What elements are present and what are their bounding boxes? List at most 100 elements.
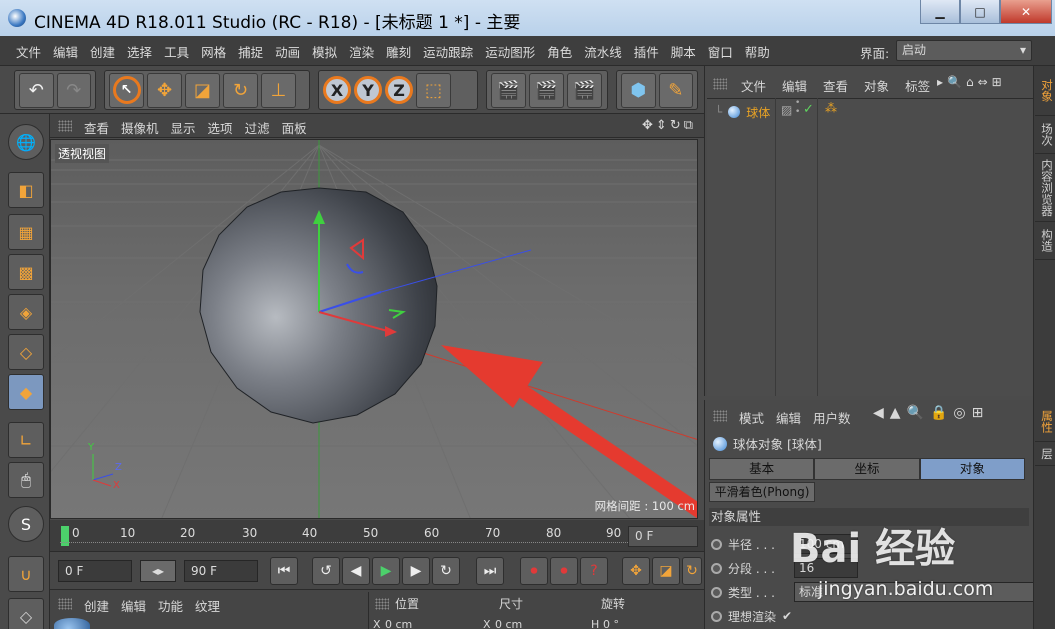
menu-mograph[interactable]: 运动图形 xyxy=(479,42,541,61)
maximize-button[interactable]: □ xyxy=(960,0,1000,24)
x-axis-lock-icon[interactable]: X xyxy=(323,76,351,104)
panel-grip-icon[interactable] xyxy=(713,410,727,422)
end-frame-field[interactable]: 90 F xyxy=(184,560,258,582)
menu-character[interactable]: 角色 xyxy=(541,42,578,61)
mat-menu-function[interactable]: 功能 xyxy=(152,596,189,615)
viewport-nav-icons[interactable]: ✥⇕↻⧉ xyxy=(642,118,696,133)
vtab-content-browser[interactable]: 内容浏览器 xyxy=(1035,154,1055,222)
go-to-start-icon[interactable]: ⏮ xyxy=(270,557,298,585)
vp-menu-panel[interactable]: 面板 xyxy=(276,118,313,137)
redo-icon[interactable]: ↷ xyxy=(56,72,91,108)
minimize-button[interactable]: ▁ xyxy=(920,0,960,24)
am-toolbar-icons[interactable]: ◀▲🔍🔒◎⊞ xyxy=(873,405,989,421)
render-settings-icon[interactable]: 🎬 xyxy=(567,72,602,108)
vp-menu-options[interactable]: 选项 xyxy=(202,118,239,137)
panel-grip-icon[interactable] xyxy=(375,598,389,610)
viewport-label[interactable]: 透视视图 xyxy=(55,144,110,163)
vp-menu-display[interactable]: 显示 xyxy=(165,118,202,137)
menu-script[interactable]: 脚本 xyxy=(665,42,702,61)
mat-menu-edit[interactable]: 编辑 xyxy=(115,596,152,615)
render-view-icon[interactable]: 🎬 xyxy=(491,72,526,108)
menu-help[interactable]: 帮助 xyxy=(739,42,776,61)
workplane-grid-icon[interactable]: ◇ xyxy=(8,598,44,629)
vp-menu-filter[interactable]: 过滤 xyxy=(239,118,276,137)
start-frame-field[interactable]: 0 F xyxy=(58,560,132,582)
render-picture-viewer-icon[interactable]: 🎬 xyxy=(529,72,564,108)
om-toolbar-icons[interactable]: ▸🔍⌂⇔⊞ xyxy=(937,75,1006,89)
enabled-check-icon[interactable]: ✓ xyxy=(803,102,814,117)
axis-mode-icon[interactable]: ∟ xyxy=(8,422,44,458)
menu-window[interactable]: 窗口 xyxy=(702,42,739,61)
perfect-checkbox[interactable]: ✔ xyxy=(782,609,792,623)
menu-create[interactable]: 创建 xyxy=(84,42,121,61)
recent-tools-icon[interactable]: ⊥ xyxy=(261,72,296,108)
menu-motion-tracking[interactable]: 运动跟踪 xyxy=(417,42,479,61)
autokey-icon[interactable]: ⏺ xyxy=(550,557,578,585)
tab-object[interactable]: 对象 xyxy=(919,458,1025,480)
am-menu-userdata[interactable]: 用户数 xyxy=(807,408,857,427)
om-menu-view[interactable]: 查看 xyxy=(815,76,856,95)
object-tree[interactable]: └ 球体 ▨ • • ✓ ⁂ xyxy=(707,98,1033,396)
menu-tools[interactable]: 工具 xyxy=(158,42,195,61)
z-axis-lock-icon[interactable]: Z xyxy=(385,76,413,104)
tab-phong[interactable]: 平滑着色(Phong) xyxy=(709,482,815,502)
panel-grip-icon[interactable] xyxy=(58,598,72,610)
workplane-mode-icon[interactable]: ▩ xyxy=(8,254,44,290)
vtab-attributes[interactable]: 属性 xyxy=(1035,402,1055,442)
om-menu-edit[interactable]: 编辑 xyxy=(774,76,815,95)
globe-icon[interactable]: 🌐 xyxy=(8,124,44,160)
menu-file[interactable]: 文件 xyxy=(10,42,47,61)
menu-pipeline[interactable]: 流水线 xyxy=(578,42,628,61)
visibility-dots-icon[interactable]: • • xyxy=(795,99,800,117)
radius-anim-radio[interactable] xyxy=(711,538,722,550)
panel-grip-icon[interactable] xyxy=(58,120,72,132)
panel-grip-icon[interactable] xyxy=(713,78,727,90)
menu-animate[interactable]: 动画 xyxy=(269,42,306,61)
type-anim-radio[interactable] xyxy=(711,586,722,598)
menu-select[interactable]: 选择 xyxy=(121,42,158,61)
tree-row-sphere[interactable]: └ 球体 xyxy=(715,103,770,121)
mat-menu-texture[interactable]: 纹理 xyxy=(189,596,226,615)
snap-magnet-icon[interactable]: ∪ xyxy=(8,556,44,592)
prev-frame-icon[interactable]: ◀ xyxy=(342,557,370,585)
timeline[interactable]: 0 10 20 30 40 50 60 70 80 90 0 F xyxy=(50,520,704,552)
record-icon[interactable]: ⏺ xyxy=(520,557,548,585)
scale-icon[interactable]: ◪ xyxy=(185,72,220,108)
coord-size-x-field[interactable]: 0 cm xyxy=(495,618,522,629)
timeline-ruler[interactable]: 0 10 20 30 40 50 60 70 80 90 xyxy=(60,522,628,548)
om-menu-file[interactable]: 文件 xyxy=(733,76,774,95)
vtab-structure[interactable]: 构造 xyxy=(1035,222,1055,260)
coord-rot-h-field[interactable]: 0 ° xyxy=(603,618,619,629)
menu-sculpt[interactable]: 雕刻 xyxy=(380,42,417,61)
rotate-icon[interactable]: ↻ xyxy=(223,72,258,108)
tab-basic[interactable]: 基本 xyxy=(709,458,815,480)
current-frame-field[interactable]: 0 F xyxy=(628,526,698,547)
move-icon[interactable]: ✥ xyxy=(147,72,182,108)
material-preview-icon[interactable] xyxy=(54,618,90,629)
play-icon[interactable]: ▶ xyxy=(372,557,400,585)
pen-icon[interactable]: ✎ xyxy=(658,72,693,108)
solo-icon[interactable]: S xyxy=(8,506,44,542)
menu-plugins[interactable]: 插件 xyxy=(628,42,665,61)
menu-edit[interactable]: 编辑 xyxy=(47,42,84,61)
menu-snap[interactable]: 捕捉 xyxy=(232,42,269,61)
am-menu-mode[interactable]: 模式 xyxy=(733,408,770,427)
vp-menu-cameras[interactable]: 摄像机 xyxy=(115,118,165,137)
tweak-mode-icon[interactable]: 🖱 xyxy=(8,462,44,498)
type-select[interactable]: 标准 xyxy=(794,582,1034,602)
next-frame-icon[interactable]: ▶ xyxy=(402,557,430,585)
key-rotation-icon[interactable]: ↻ xyxy=(682,557,702,585)
keyframe-selection-icon[interactable]: ? xyxy=(580,557,608,585)
visibility-toggle-icon[interactable]: ▨ xyxy=(781,103,792,117)
object-name[interactable]: 球体 xyxy=(746,104,770,121)
key-position-icon[interactable]: ✥ xyxy=(622,557,650,585)
vtab-layers[interactable]: 层 xyxy=(1035,442,1055,466)
segments-field[interactable]: 16 xyxy=(794,558,858,578)
undo-icon[interactable]: ↶ xyxy=(19,72,54,108)
tab-coord[interactable]: 坐标 xyxy=(814,458,920,480)
am-menu-edit[interactable]: 编辑 xyxy=(770,408,807,427)
points-mode-icon[interactable]: ◈ xyxy=(8,294,44,330)
go-to-next-key-icon[interactable]: ↻ xyxy=(432,557,460,585)
layout-select[interactable]: 启动 xyxy=(896,40,1032,61)
range-slider-icon[interactable]: ◂▸ xyxy=(140,560,176,582)
